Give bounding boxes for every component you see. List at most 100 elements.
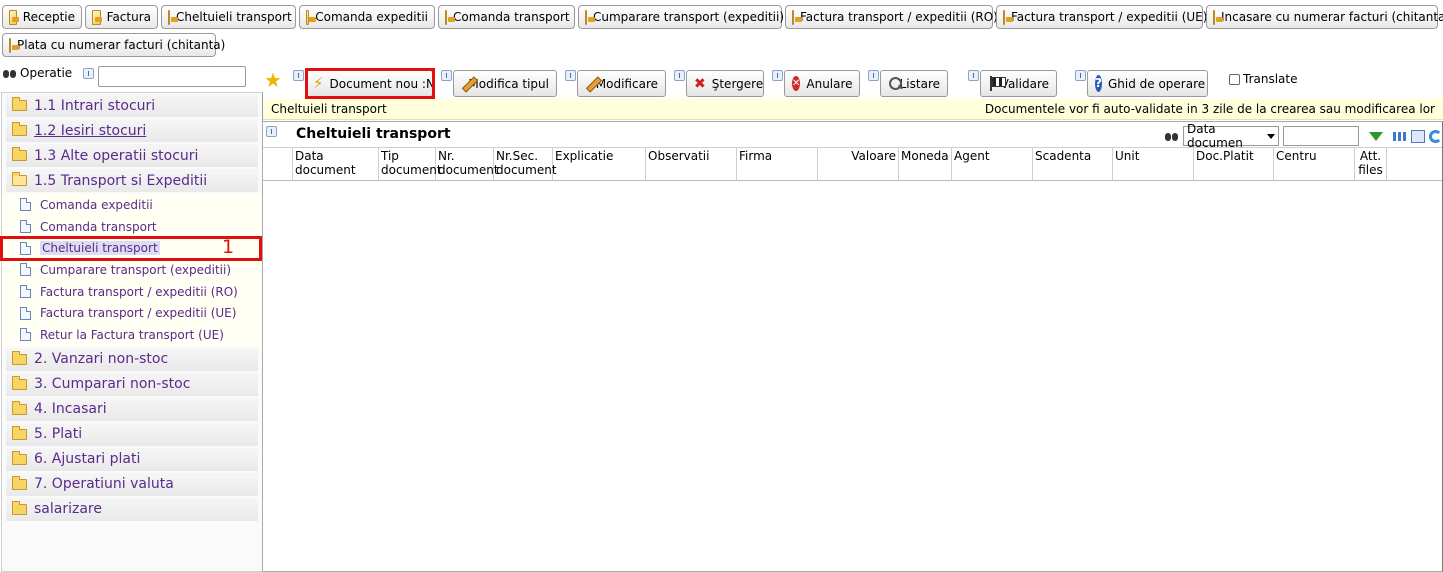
folder-alte-operatii-stocuri[interactable]: 1.3 Alte operatii stocuri bbox=[6, 144, 258, 167]
cancel-circle-icon: ✕ bbox=[792, 76, 801, 91]
tree-item-cumparare-transport[interactable]: Cumparare transport (expeditii) bbox=[2, 259, 262, 281]
info-icon[interactable] bbox=[565, 70, 576, 81]
info-icon[interactable] bbox=[266, 126, 277, 137]
tab-comanda-expeditii[interactable]: Comanda expeditii bbox=[299, 5, 435, 29]
binoculars-icon bbox=[1165, 131, 1179, 142]
col-agent[interactable]: Agent bbox=[952, 148, 1033, 180]
folder-transport-expeditii[interactable]: 1.5 Transport si Expeditii bbox=[6, 169, 258, 192]
translate-toggle[interactable]: Translate bbox=[1229, 72, 1298, 86]
page-icon bbox=[20, 198, 31, 212]
lightning-icon: ⚡ bbox=[313, 74, 324, 92]
tab-cumparare-transport[interactable]: Cumparare transport (expeditii) bbox=[578, 5, 784, 29]
folder-icon bbox=[12, 475, 27, 490]
translate-checkbox[interactable] bbox=[1229, 73, 1240, 85]
col-valoare[interactable]: Valoare bbox=[818, 148, 899, 180]
help-icon: ? bbox=[1095, 75, 1102, 92]
document-icon bbox=[585, 9, 595, 25]
copy-icon[interactable] bbox=[1411, 129, 1425, 143]
operation-label: Operatie bbox=[3, 66, 72, 80]
tree-item-comanda-transport[interactable]: Comanda transport bbox=[2, 215, 262, 238]
col-att-files[interactable]: Att. files bbox=[1355, 148, 1387, 180]
folder-operatiuni-valuta[interactable]: 7. Operatiuni valuta bbox=[6, 472, 258, 496]
col-data-document[interactable]: Data document bbox=[293, 148, 379, 180]
document-grid-panel: Cheltuieli transport Data documen Data d… bbox=[262, 121, 1443, 572]
list-button[interactable]: Listare bbox=[880, 70, 948, 97]
document-icon bbox=[792, 9, 802, 25]
row-selector-header bbox=[263, 148, 293, 180]
cancel-button[interactable]: ✕ Anulare bbox=[784, 70, 860, 97]
tree-item-factura-transport-ro[interactable]: Factura transport / expeditii (RO) bbox=[2, 280, 262, 303]
modify-button[interactable]: Modificare bbox=[577, 70, 666, 97]
page-icon bbox=[20, 285, 31, 299]
folder-icon bbox=[12, 147, 27, 161]
grid-search-input[interactable] bbox=[1283, 126, 1359, 146]
tab-incasare-numerar[interactable]: Incasare cu numerar facturi (chitanta) bbox=[1206, 5, 1443, 29]
col-nr-sec-document[interactable]: Nr.Sec. document bbox=[494, 148, 557, 180]
col-scadenta[interactable]: Scadenta bbox=[1033, 148, 1113, 180]
document-icon bbox=[306, 9, 317, 25]
tree-item-comanda-expeditii[interactable]: Comanda expeditii bbox=[2, 194, 262, 216]
operating-guide-button[interactable]: ? Ghid de operare bbox=[1087, 70, 1208, 97]
grid-search: Data documen bbox=[1165, 122, 1442, 150]
grid-header: Data document Tip document Nr. document … bbox=[263, 147, 1442, 181]
columns-icon[interactable] bbox=[1393, 131, 1407, 141]
info-bar-title: Cheltuieli transport bbox=[271, 102, 387, 116]
info-icon[interactable] bbox=[968, 70, 979, 81]
col-firma[interactable]: Firma bbox=[737, 148, 818, 180]
col-moneda[interactable]: Moneda bbox=[899, 148, 952, 180]
col-observatii[interactable]: Observatii bbox=[646, 148, 737, 180]
tab-factura-transport-ro[interactable]: Factura transport / expeditii (RO) bbox=[785, 5, 998, 29]
chevron-down-icon bbox=[1267, 133, 1275, 139]
refresh-icon[interactable] bbox=[1429, 129, 1442, 143]
folder-salarizare[interactable]: salarizare bbox=[6, 497, 258, 521]
info-icon[interactable] bbox=[83, 68, 94, 79]
folder-cumparari-non-stoc[interactable]: 3. Cumparari non-stoc bbox=[6, 372, 258, 396]
folder-icon bbox=[12, 500, 27, 515]
validate-button[interactable]: Validare bbox=[980, 70, 1057, 97]
step-marker: 1 bbox=[222, 236, 235, 258]
folder-icon bbox=[12, 350, 27, 365]
tab-receptie[interactable]: Receptie bbox=[2, 5, 82, 29]
info-icon[interactable] bbox=[772, 70, 783, 81]
folder-incasari[interactable]: 4. Incasari bbox=[6, 397, 258, 421]
info-icon[interactable] bbox=[293, 70, 304, 81]
folder-icon bbox=[12, 122, 27, 136]
tab-cheltuieli-transport[interactable]: Cheltuieli transport bbox=[161, 5, 296, 29]
delete-button[interactable]: ✖ Ştergere bbox=[686, 70, 764, 97]
col-doc-platit[interactable]: Doc.Platit bbox=[1194, 148, 1274, 180]
tree-item-factura-transport-ue[interactable]: Factura transport / expeditii (UE) bbox=[2, 302, 262, 325]
document-icon bbox=[9, 9, 19, 25]
tab-comanda-transport[interactable]: Comanda transport bbox=[438, 5, 575, 29]
folder-plati[interactable]: 5. Plati bbox=[6, 422, 258, 446]
folder-vanzari-non-stoc[interactable]: 2. Vanzari non-stoc bbox=[6, 347, 258, 371]
top-tab-bar: Receptie Factura Cheltuieli transport Co… bbox=[0, 0, 1443, 60]
operations-tree: 1.1 Intrari stocuri 1.2 Iesiri stocuri 1… bbox=[1, 92, 263, 572]
info-icon[interactable] bbox=[674, 70, 685, 81]
delete-x-icon: ✖ bbox=[694, 75, 706, 92]
page-icon bbox=[20, 263, 31, 277]
tab-factura-transport-ue[interactable]: Factura transport / expeditii (UE) bbox=[996, 5, 1207, 29]
favorite-star-icon[interactable]: ★ bbox=[264, 70, 282, 90]
info-icon[interactable] bbox=[868, 70, 879, 81]
change-type-button[interactable]: Modifica tipul bbox=[453, 70, 557, 97]
document-icon bbox=[9, 37, 19, 53]
tab-plata-numerar[interactable]: Plata cu numerar facturi (chitanta) bbox=[2, 33, 225, 57]
folder-ajustari-plati[interactable]: 6. Ajustari plati bbox=[6, 447, 258, 471]
col-nr-document[interactable]: Nr. document bbox=[436, 148, 499, 180]
folder-icon bbox=[12, 450, 27, 465]
folder-iesiri-stocuri[interactable]: 1.2 Iesiri stocuri bbox=[6, 119, 258, 142]
info-icon[interactable] bbox=[1075, 70, 1086, 81]
col-explicatie[interactable]: Explicatie bbox=[553, 148, 646, 180]
search-field-select[interactable]: Data documen bbox=[1183, 122, 1279, 150]
page-icon bbox=[20, 241, 31, 255]
tab-factura[interactable]: Factura bbox=[85, 5, 158, 29]
col-tip-document[interactable]: Tip document bbox=[379, 148, 442, 180]
info-icon[interactable] bbox=[441, 70, 452, 81]
folder-intrari-stocuri[interactable]: 1.1 Intrari stocuri bbox=[6, 94, 258, 117]
tree-item-retur-factura-transport[interactable]: Retur la Factura transport (UE) bbox=[2, 324, 262, 346]
filter-icon[interactable] bbox=[1369, 131, 1383, 141]
col-centru[interactable]: Centru bbox=[1274, 148, 1355, 180]
operation-search-input[interactable] bbox=[98, 66, 246, 87]
col-unit[interactable]: Unit bbox=[1113, 148, 1194, 180]
new-document-button[interactable]: ⚡ Document nou :N bbox=[305, 70, 435, 97]
